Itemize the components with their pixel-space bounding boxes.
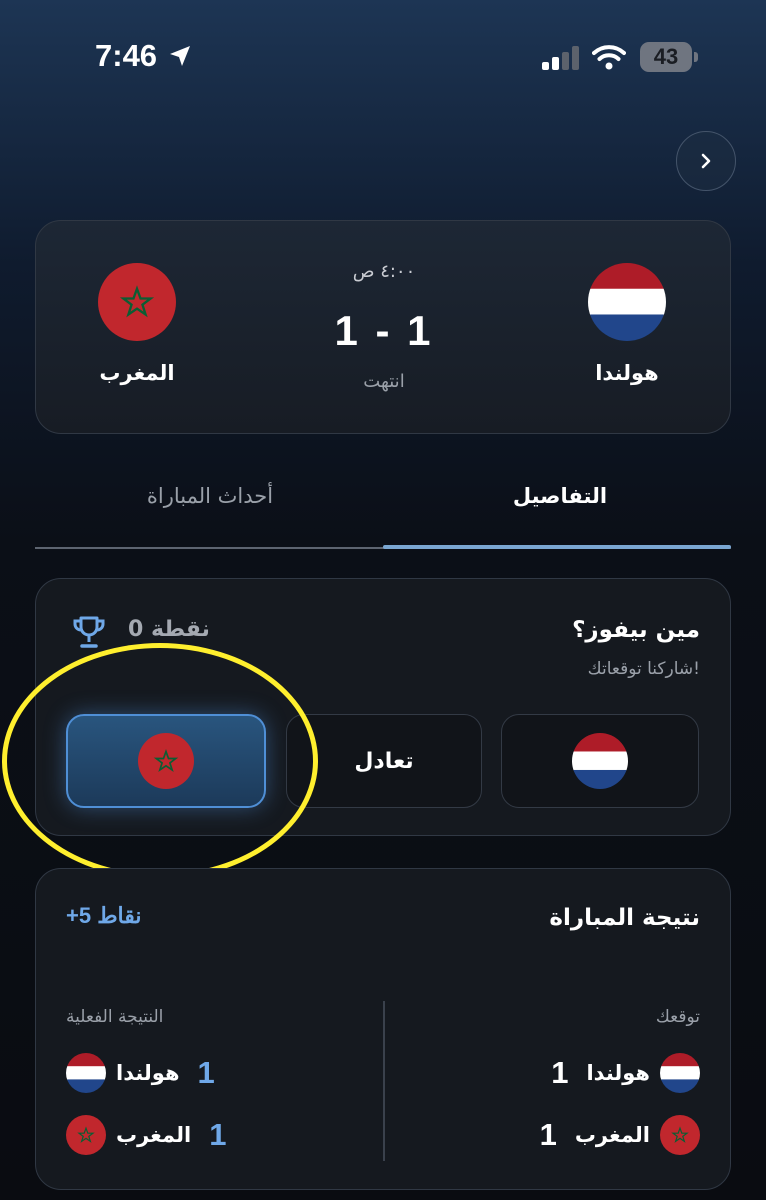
status-time: 7:46 (95, 38, 158, 73)
active-tab-indicator (383, 545, 731, 549)
morocco-flag-icon (660, 1115, 700, 1155)
highlight-annotation (2, 643, 318, 879)
battery-level: 43 (653, 44, 679, 69)
netherlands-flag-icon (572, 733, 628, 789)
who-wins-subtitle: شاركنا توقعاتك! (587, 659, 700, 679)
match-summary-card: هولندا ٤:٠٠ ص 1 - 1 انتهت المغرب (35, 220, 731, 434)
actual-result-label: النتيجة الفعلية (66, 1007, 164, 1027)
your-prediction-label: توقعك (655, 1007, 700, 1027)
netherlands-flag-icon (660, 1053, 700, 1093)
battery-tip (694, 52, 698, 62)
prediction-row-netherlands: هولندا 1 (551, 1053, 700, 1093)
netherlands-flag-icon (588, 263, 666, 341)
bonus-points: +5 نقاط (66, 903, 142, 928)
morocco-flag-icon (66, 1115, 106, 1155)
match-status: انتهت (363, 371, 405, 392)
actual-team-name: هولندا (116, 1061, 180, 1085)
prediction-team-score: 1 (539, 1117, 557, 1152)
actual-row-netherlands: 1 هولندا (66, 1053, 215, 1093)
wifi-icon (592, 44, 626, 70)
actual-team-score: 1 (209, 1117, 227, 1152)
cellular-signal-icon (542, 46, 582, 70)
trophy-icon (70, 613, 108, 651)
actual-row-morocco: 1 المغرب (66, 1115, 226, 1155)
who-wins-title: مين بيفوز؟ (572, 617, 700, 643)
battery-icon: 43 (640, 42, 692, 72)
column-divider (383, 1001, 385, 1161)
match-score: 1 - 1 (334, 307, 434, 354)
status-bar: 7:46 43 (0, 0, 766, 110)
tab-match-events[interactable]: أحداث المباراة (110, 484, 310, 508)
prediction-row-morocco: المغرب 1 (540, 1115, 700, 1155)
location-arrow-icon (168, 44, 192, 68)
chevron-right-icon (697, 152, 715, 170)
tab-details[interactable]: التفاصيل (460, 484, 660, 508)
away-team-name: المغرب (99, 361, 175, 385)
prediction-team-name: المغرب (574, 1123, 650, 1147)
prediction-team-name: هولندا (586, 1061, 650, 1085)
back-button[interactable] (676, 131, 736, 191)
points-count: 0 نقطة (128, 617, 210, 642)
match-result-title: نتيجة المباراة (549, 905, 700, 931)
morocco-flag-icon (98, 263, 176, 341)
netherlands-flag-icon (66, 1053, 106, 1093)
actual-team-name: المغرب (116, 1123, 192, 1147)
predict-netherlands-button[interactable] (501, 714, 699, 808)
home-team-name: هولندا (595, 361, 659, 385)
prediction-team-score: 1 (551, 1055, 569, 1090)
actual-team-score: 1 (197, 1055, 215, 1090)
kickoff-time: ٤:٠٠ ص (352, 261, 416, 282)
match-result-card: نتيجة المباراة +5 نقاط توقعك النتيجة الف… (35, 868, 731, 1190)
